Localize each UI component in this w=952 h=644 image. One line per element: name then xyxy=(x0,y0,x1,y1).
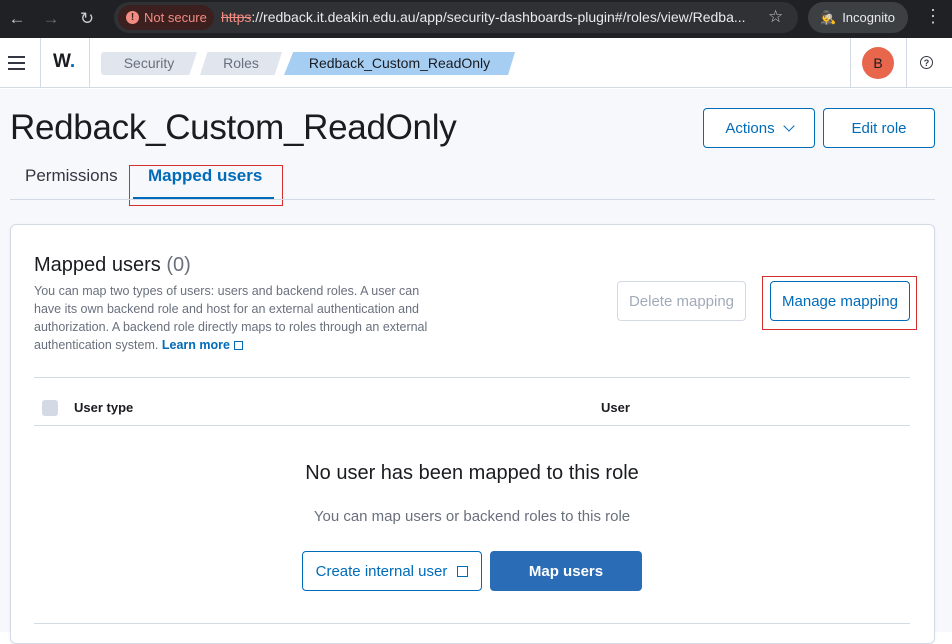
delete-mapping-button[interactable]: Delete mapping xyxy=(617,281,746,321)
external-link-icon xyxy=(233,341,243,350)
breadcrumb-security[interactable]: Security xyxy=(101,52,197,75)
table-bottom-divider xyxy=(34,623,910,624)
page-title: Redback_Custom_ReadOnly xyxy=(10,108,457,147)
panel-title: Mapped users (0) xyxy=(34,254,191,277)
table-top-divider xyxy=(34,377,910,378)
chevron-down-icon xyxy=(782,120,795,132)
panel-title-text: Mapped users xyxy=(34,254,161,276)
external-link-icon xyxy=(457,565,469,577)
incognito-icon: 🕵 xyxy=(820,9,837,25)
bookmark-star-icon[interactable]: ☆ xyxy=(768,7,783,27)
warning-icon: ! xyxy=(126,11,139,24)
header-divider xyxy=(40,38,41,88)
browser-menu-icon[interactable]: ⋮ xyxy=(924,6,942,27)
manage-highlight-box xyxy=(762,276,917,330)
forward-arrow-icon[interactable]: → xyxy=(38,6,64,32)
logo[interactable]: W. xyxy=(53,51,75,73)
incognito-badge[interactable]: 🕵 Incognito xyxy=(808,2,908,33)
tabs-divider xyxy=(10,199,935,200)
empty-state-title: No user has been mapped to this role xyxy=(305,462,639,484)
table-header-divider xyxy=(34,425,910,426)
logo-dot: . xyxy=(69,51,76,72)
url-path: ://redback.it.deakin.edu.au/app/security… xyxy=(251,9,746,25)
app-header: W. Security Roles Redback_Custom_ReadOnl… xyxy=(0,38,952,88)
column-header-user[interactable]: User xyxy=(601,400,630,415)
panel-description: You can map two types of users: users an… xyxy=(34,282,444,354)
column-header-user-type[interactable]: User type xyxy=(74,400,133,415)
not-secure-badge[interactable]: ! Not secure xyxy=(118,5,214,30)
learn-more-link[interactable]: Learn more xyxy=(162,338,230,352)
avatar[interactable]: B xyxy=(862,47,894,79)
help-icon[interactable]: ? xyxy=(920,56,933,69)
tab-permissions[interactable]: Permissions xyxy=(25,166,118,186)
incognito-label: Incognito xyxy=(842,10,895,25)
breadcrumb-current-role: Redback_Custom_ReadOnly xyxy=(284,52,515,75)
menu-icon[interactable] xyxy=(8,56,25,70)
map-users-button[interactable]: Map users xyxy=(490,551,642,591)
header-divider xyxy=(906,38,907,88)
not-secure-label: Not secure xyxy=(144,10,207,25)
create-internal-user-button[interactable]: Create internal user xyxy=(302,551,482,591)
url-scheme: https xyxy=(221,9,252,25)
logo-letter: W xyxy=(53,51,70,72)
mapped-count: (0) xyxy=(166,254,191,276)
actions-button[interactable]: Actions xyxy=(703,108,815,148)
breadcrumb-roles[interactable]: Roles xyxy=(200,52,282,75)
address-bar[interactable]: ! Not secure https://redback.it.deakin.e… xyxy=(114,2,798,33)
url-text[interactable]: https://redback.it.deakin.edu.au/app/sec… xyxy=(221,9,761,25)
create-internal-user-label: Create internal user xyxy=(315,562,448,580)
header-divider xyxy=(89,38,90,88)
actions-label: Actions xyxy=(725,119,775,137)
browser-toolbar: ← → ↻ ! Not secure https://redback.it.de… xyxy=(0,0,952,38)
empty-state-subtitle: You can map users or backend roles to th… xyxy=(313,508,631,525)
back-arrow-icon[interactable]: ← xyxy=(4,6,30,32)
description-text: You can map two types of users: users an… xyxy=(34,284,428,352)
reload-icon[interactable]: ↻ xyxy=(74,6,100,32)
select-all-checkbox[interactable] xyxy=(42,400,58,416)
edit-role-button[interactable]: Edit role xyxy=(823,108,935,148)
header-divider xyxy=(850,38,851,88)
